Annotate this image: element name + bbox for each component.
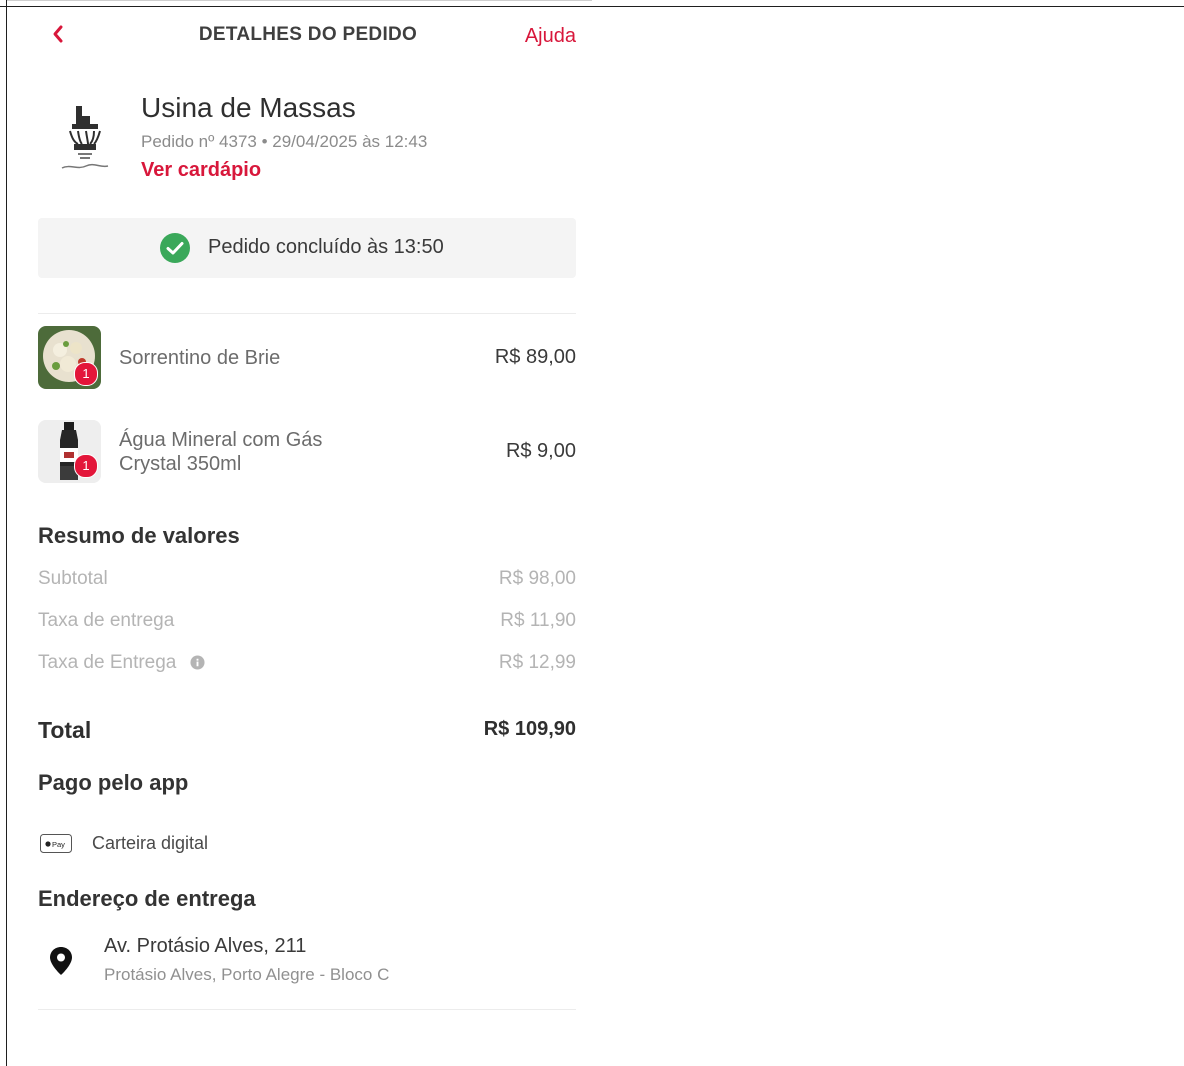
payment-title: Pago pelo app [38, 770, 189, 795]
total-label: Total [38, 717, 92, 743]
total-value: R$ 109,90 [483, 718, 576, 740]
quantity-badge: 1 [74, 362, 98, 386]
summary-title: Resumo de valores [38, 523, 240, 548]
item-price: R$ 9,00 [505, 440, 576, 462]
order-status-banner: Pedido concluído às 13:50 [38, 218, 576, 278]
order-status-text: Pedido concluído às 13:50 [208, 236, 444, 258]
item-name: Sorrentino de Brie [119, 347, 281, 369]
delivery-address-title: Endereço de entrega [38, 886, 256, 911]
page-title: DETALHES DO PEDIDO [198, 24, 418, 45]
frame-left-border [6, 0, 7, 1066]
order-number-date: Pedido nº 4373 • 29/04/2025 às 12:43 [141, 132, 428, 151]
apple-pay-icon-text: Pay [52, 840, 65, 849]
item-name: Água Mineral com Gás Crystal 350ml [119, 428, 322, 476]
delivery-fee-value: R$ 11,90 [500, 610, 576, 631]
back-chevron-icon[interactable] [48, 22, 68, 46]
delivery-fee-2-value: R$ 12,99 [498, 652, 576, 673]
check-circle-icon [160, 233, 190, 263]
payment-method: Carteira digital [92, 833, 209, 853]
frame-top-border [0, 6, 1184, 7]
item-name-line-1: Água Mineral com Gás [119, 429, 323, 451]
delivery-fee-label: Taxa de entrega [38, 610, 175, 631]
order-details-screen: DETALHES DO PEDIDO Ajuda Usina de Massas… [8, 8, 592, 1066]
item-name-line-2: Crystal 350ml [119, 453, 242, 475]
apple-pay-icon: Pay [40, 834, 72, 853]
location-pin-icon [50, 947, 72, 975]
item-price: R$ 89,00 [494, 346, 576, 368]
help-link[interactable]: Ajuda [525, 25, 576, 48]
items-divider [38, 313, 576, 314]
delivery-address: Av. Protásio Alves, 211 [104, 935, 307, 957]
view-menu-link[interactable]: Ver cardápio [141, 159, 261, 182]
frame-top-inner-border [6, 0, 592, 1]
quantity-badge: 1 [74, 454, 98, 478]
delivery-fee-2-row: Taxa de Entrega [38, 652, 205, 674]
delivery-address-details: Protásio Alves, Porto Alegre - Bloco C [104, 965, 390, 984]
info-icon[interactable] [190, 655, 205, 671]
subtotal-value: R$ 98,00 [498, 568, 576, 589]
subtotal-label: Subtotal [38, 568, 108, 589]
restaurant-logo-icon [61, 106, 109, 169]
delivery-fee-2-label: Taxa de Entrega [38, 652, 177, 673]
restaurant-name: Usina de Massas [141, 92, 356, 123]
bottom-divider [38, 1009, 576, 1010]
